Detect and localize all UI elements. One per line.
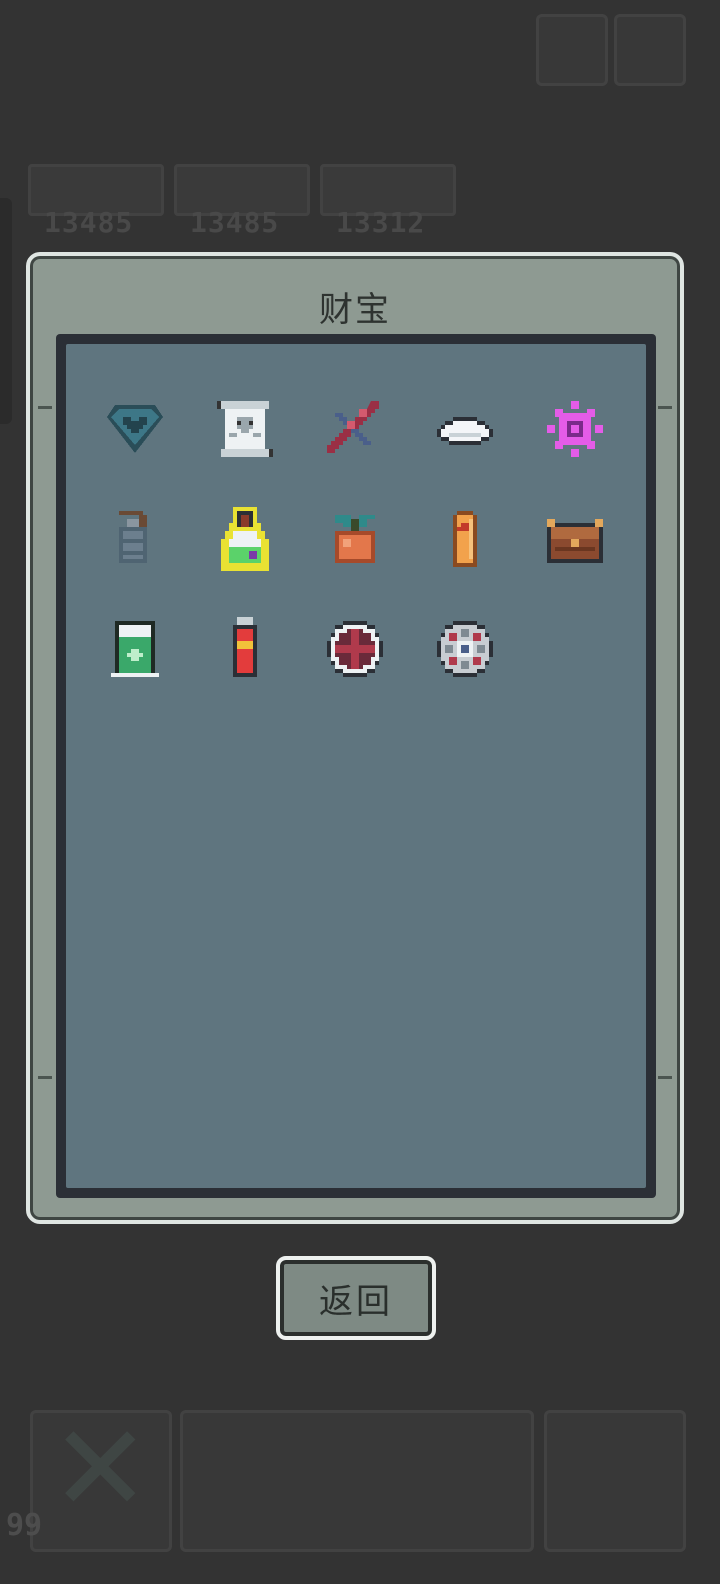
character-button <box>544 1410 686 1552</box>
bullet-icon <box>453 511 477 567</box>
item-slot[interactable] <box>80 594 190 704</box>
player-score: 13485 <box>44 206 134 239</box>
orange-fruit-icon <box>335 515 375 563</box>
item-slot[interactable] <box>410 594 520 704</box>
frame-rivet <box>658 1076 672 1079</box>
items-grid <box>80 374 640 704</box>
player-score: 13312 <box>336 206 426 239</box>
circuit-chip-icon <box>437 621 493 677</box>
potion-flask-icon <box>221 507 269 571</box>
item-slot[interactable] <box>80 374 190 484</box>
white-stone-icon <box>437 417 493 445</box>
frame-rivet <box>38 406 52 409</box>
frame-rivet <box>658 406 672 409</box>
recycle-bin-icon <box>111 621 159 677</box>
crosshair-icon <box>327 621 383 677</box>
item-slot[interactable] <box>300 484 410 594</box>
item-slot[interactable] <box>300 374 410 484</box>
items-panel <box>66 344 646 1188</box>
side-tab <box>0 198 12 424</box>
item-slot[interactable] <box>80 484 190 594</box>
settings-button <box>614 14 686 86</box>
battery-icon <box>233 617 257 677</box>
skull-scroll-icon <box>217 401 273 457</box>
back-button[interactable]: 返回 <box>276 1256 436 1340</box>
item-slot[interactable] <box>300 594 410 704</box>
treasure-chest-icon <box>547 519 603 563</box>
pause-button <box>536 14 608 86</box>
item-slot[interactable] <box>410 484 520 594</box>
action-bar <box>180 1410 534 1552</box>
grenade-icon <box>119 511 147 563</box>
dialog-title: 财宝 <box>319 290 391 330</box>
item-count: 99 <box>6 1508 43 1543</box>
item-slot[interactable] <box>190 374 300 484</box>
treasure-dialog: 财宝 <box>26 252 684 1224</box>
close-x-icon: ✕ <box>50 1400 151 1539</box>
item-slot[interactable] <box>190 484 300 594</box>
item-slot[interactable] <box>410 374 520 484</box>
item-slot[interactable] <box>520 374 630 484</box>
pink-gear-icon <box>547 401 603 457</box>
frame-rivet <box>38 1076 52 1079</box>
player-score: 13485 <box>190 206 280 239</box>
dna-helix-icon <box>327 401 379 453</box>
item-slot[interactable] <box>520 484 630 594</box>
items-frame <box>56 334 656 1198</box>
item-slot[interactable] <box>190 594 300 704</box>
back-button-label: 返回 <box>319 1281 393 1322</box>
heart-diamond-icon <box>107 405 163 453</box>
